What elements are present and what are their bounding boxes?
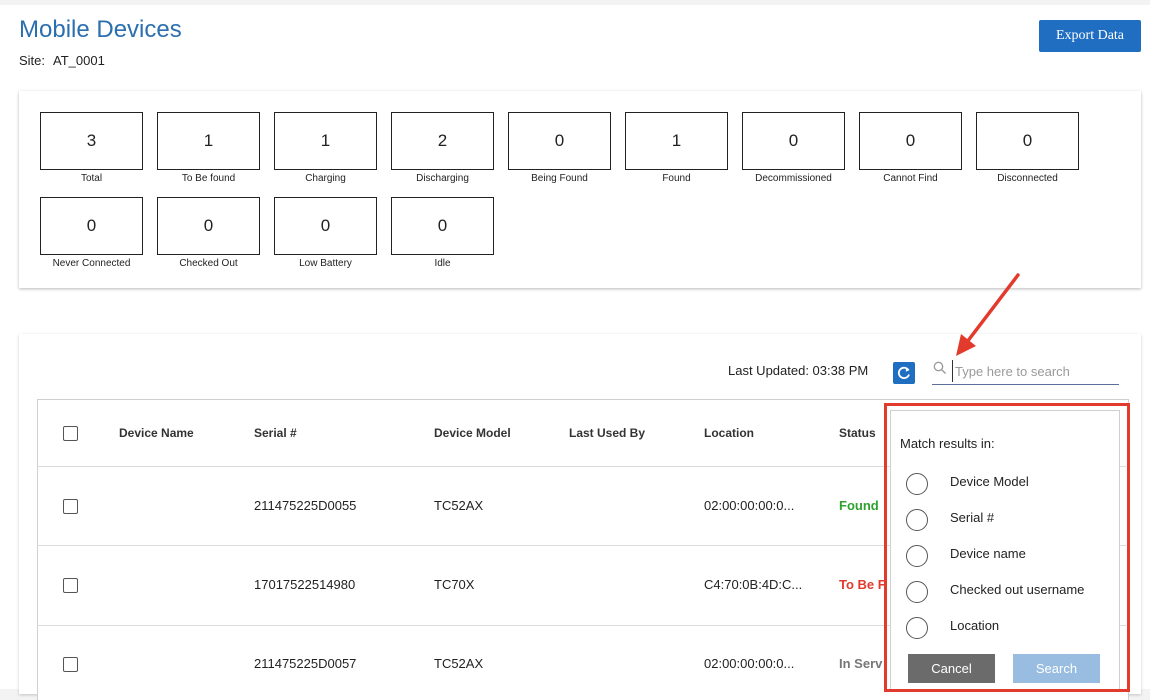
site-label: Site: bbox=[19, 53, 46, 68]
stat-label: Checked Out bbox=[179, 258, 238, 269]
column-header-last-used-by[interactable]: Last Used By bbox=[569, 426, 645, 440]
search-button[interactable]: Search bbox=[1013, 654, 1100, 683]
cancel-button[interactable]: Cancel bbox=[908, 654, 995, 683]
stat-never-connected[interactable]: 0 Never Connected bbox=[40, 197, 143, 269]
page-title: Mobile Devices bbox=[19, 16, 182, 43]
stat-value: 0 bbox=[40, 197, 143, 255]
stat-label: Never Connected bbox=[52, 258, 131, 269]
stat-value: 0 bbox=[391, 197, 494, 255]
search-options-title: Match results in: bbox=[900, 436, 995, 451]
select-all-checkbox[interactable] bbox=[63, 426, 78, 441]
stat-total[interactable]: 3 Total bbox=[40, 112, 143, 184]
column-header-location[interactable]: Location bbox=[704, 426, 754, 440]
summary-card: 3 Total 1 To Be found 1 Charging 2 Disch… bbox=[19, 91, 1141, 288]
stat-label: Idle bbox=[434, 258, 451, 269]
site-info: Site: AT_0001 bbox=[19, 53, 105, 68]
stat-discharging[interactable]: 2 Discharging bbox=[391, 112, 494, 184]
column-header-status[interactable]: Status bbox=[839, 426, 876, 440]
refresh-icon bbox=[897, 366, 910, 379]
stat-being-found[interactable]: 0 Being Found bbox=[508, 112, 611, 184]
stat-label: Cannot Find bbox=[883, 173, 938, 184]
row-checkbox[interactable] bbox=[63, 499, 78, 514]
cell-status: Found bbox=[839, 498, 879, 513]
cell-serial: 211475225D0057 bbox=[254, 656, 357, 671]
stat-value: 0 bbox=[742, 112, 845, 170]
radio-device-name[interactable] bbox=[906, 545, 928, 567]
stat-disconnected[interactable]: 0 Disconnected bbox=[976, 112, 1079, 184]
cell-device-model: TC52AX bbox=[434, 498, 484, 513]
stat-to-be-found[interactable]: 1 To Be found bbox=[157, 112, 260, 184]
stat-charging[interactable]: 1 Charging bbox=[274, 112, 377, 184]
stat-value: 3 bbox=[40, 112, 143, 170]
stat-value: 2 bbox=[391, 112, 494, 170]
stat-label: Total bbox=[80, 173, 103, 184]
cell-location: 02:00:00:00:0... bbox=[704, 656, 795, 671]
option-label-serial[interactable]: Serial # bbox=[950, 510, 994, 525]
option-label-checked-out-username[interactable]: Checked out username bbox=[950, 582, 1084, 597]
cell-status: In Serv bbox=[839, 656, 883, 671]
cell-serial: 211475225D0055 bbox=[254, 498, 357, 513]
cell-status: To Be F bbox=[839, 577, 886, 592]
stat-label: Being Found bbox=[531, 173, 588, 184]
export-data-button[interactable]: Export Data bbox=[1039, 20, 1141, 52]
refresh-button[interactable] bbox=[893, 362, 915, 384]
radio-location[interactable] bbox=[906, 617, 928, 639]
stat-label: To Be found bbox=[181, 173, 236, 184]
cell-location: 02:00:00:00:0... bbox=[704, 498, 795, 513]
stat-label: Discharging bbox=[416, 173, 469, 184]
stat-value: 0 bbox=[859, 112, 962, 170]
radio-device-model[interactable] bbox=[906, 473, 928, 495]
option-label-location[interactable]: Location bbox=[950, 618, 999, 633]
row-checkbox[interactable] bbox=[63, 578, 78, 593]
stat-value: 1 bbox=[157, 112, 260, 170]
radio-checked-out-username[interactable] bbox=[906, 581, 928, 603]
column-header-device-model[interactable]: Device Model bbox=[434, 426, 511, 440]
cell-device-model: TC70X bbox=[434, 577, 475, 592]
stat-label: Low Battery bbox=[299, 258, 352, 269]
stat-value: 1 bbox=[274, 112, 377, 170]
option-label-device-model[interactable]: Device Model bbox=[950, 474, 1029, 489]
cell-location: C4:70:0B:4D:C... bbox=[704, 577, 803, 592]
option-label-device-name[interactable]: Device name bbox=[950, 546, 1026, 561]
stat-value: 0 bbox=[157, 197, 260, 255]
stat-value: 0 bbox=[976, 112, 1079, 170]
radio-serial[interactable] bbox=[906, 509, 928, 531]
cell-serial: 17017522514980 bbox=[254, 577, 356, 592]
stat-label: Decommissioned bbox=[755, 173, 832, 184]
stat-decommissioned[interactable]: 0 Decommissioned bbox=[742, 112, 845, 184]
search-icon bbox=[933, 361, 946, 374]
last-updated-text: Last Updated: 03:38 PM bbox=[728, 363, 869, 378]
stat-found[interactable]: 1 Found bbox=[625, 112, 728, 184]
stat-label: Found bbox=[662, 173, 691, 184]
stat-label: Disconnected bbox=[997, 173, 1058, 184]
stat-value: 0 bbox=[274, 197, 377, 255]
annotation-arrow-icon bbox=[956, 273, 1020, 356]
stat-idle[interactable]: 0 Idle bbox=[391, 197, 494, 269]
stat-low-battery[interactable]: 0 Low Battery bbox=[274, 197, 377, 269]
column-header-serial[interactable]: Serial # bbox=[254, 426, 297, 440]
stat-cannot-find[interactable]: 0 Cannot Find bbox=[859, 112, 962, 184]
cell-device-model: TC52AX bbox=[434, 656, 484, 671]
stat-checked-out[interactable]: 0 Checked Out bbox=[157, 197, 260, 269]
row-checkbox[interactable] bbox=[63, 657, 78, 672]
stat-value: 1 bbox=[625, 112, 728, 170]
stat-label: Charging bbox=[305, 173, 346, 184]
site-value: AT_0001 bbox=[53, 53, 105, 68]
stat-value: 0 bbox=[508, 112, 611, 170]
column-header-device-name[interactable]: Device Name bbox=[119, 426, 194, 440]
